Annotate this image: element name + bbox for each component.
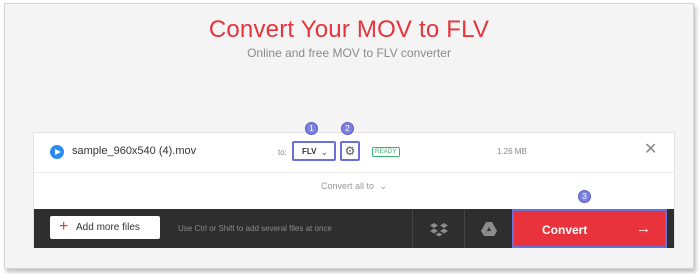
app-frame: Convert Your MOV to FLV Online and free … <box>4 3 694 269</box>
step-badge-3: 3 <box>578 190 591 203</box>
conversion-card: sample_960x540 (4).mov to: FLV ⌄ ⚙ READY… <box>33 132 675 248</box>
to-label: to: <box>278 148 287 157</box>
settings-button[interactable]: ⚙ <box>340 141 360 161</box>
video-file-icon <box>50 145 64 159</box>
convert-button[interactable]: Convert → <box>512 209 667 248</box>
multi-select-hint: Use Ctrl or Shift to add several files a… <box>178 224 332 233</box>
file-size: 1.26 MB <box>497 147 527 156</box>
dropbox-button[interactable] <box>412 209 464 248</box>
convert-button-label: Convert <box>542 223 588 237</box>
file-name: sample_960x540 (4).mov <box>72 145 197 157</box>
gear-icon: ⚙ <box>344 144 356 158</box>
step-badge-2: 2 <box>341 122 354 135</box>
step-badge-1: 1 <box>305 122 318 135</box>
output-format-select[interactable]: FLV ⌄ <box>292 141 336 161</box>
bottom-toolbar: + Add more files Use Ctrl or Shift to ad… <box>34 209 674 248</box>
plus-icon: + <box>59 218 69 235</box>
file-row: sample_960x540 (4).mov to: FLV ⌄ ⚙ READY… <box>34 133 674 173</box>
page-subtitle: Online and free MOV to FLV converter <box>247 46 451 60</box>
arrow-right-icon: → <box>636 220 651 237</box>
chevron-down-icon: ⌄ <box>379 181 388 191</box>
output-format-value: FLV <box>302 147 317 156</box>
status-badge: READY <box>372 147 400 157</box>
convert-all-dropdown[interactable]: Convert all to ⌄ <box>34 181 674 192</box>
google-drive-button[interactable] <box>464 209 512 248</box>
close-icon[interactable]: ✕ <box>644 142 657 158</box>
add-more-files-label: Add more files <box>76 222 140 233</box>
dropbox-icon <box>430 223 448 237</box>
add-more-files-button[interactable]: + Add more files <box>50 216 160 239</box>
chevron-down-icon: ⌄ <box>320 147 328 157</box>
google-drive-icon <box>481 222 497 236</box>
convert-all-label: Convert all to <box>320 181 374 191</box>
page-title: Convert Your MOV to FLV <box>208 16 490 43</box>
